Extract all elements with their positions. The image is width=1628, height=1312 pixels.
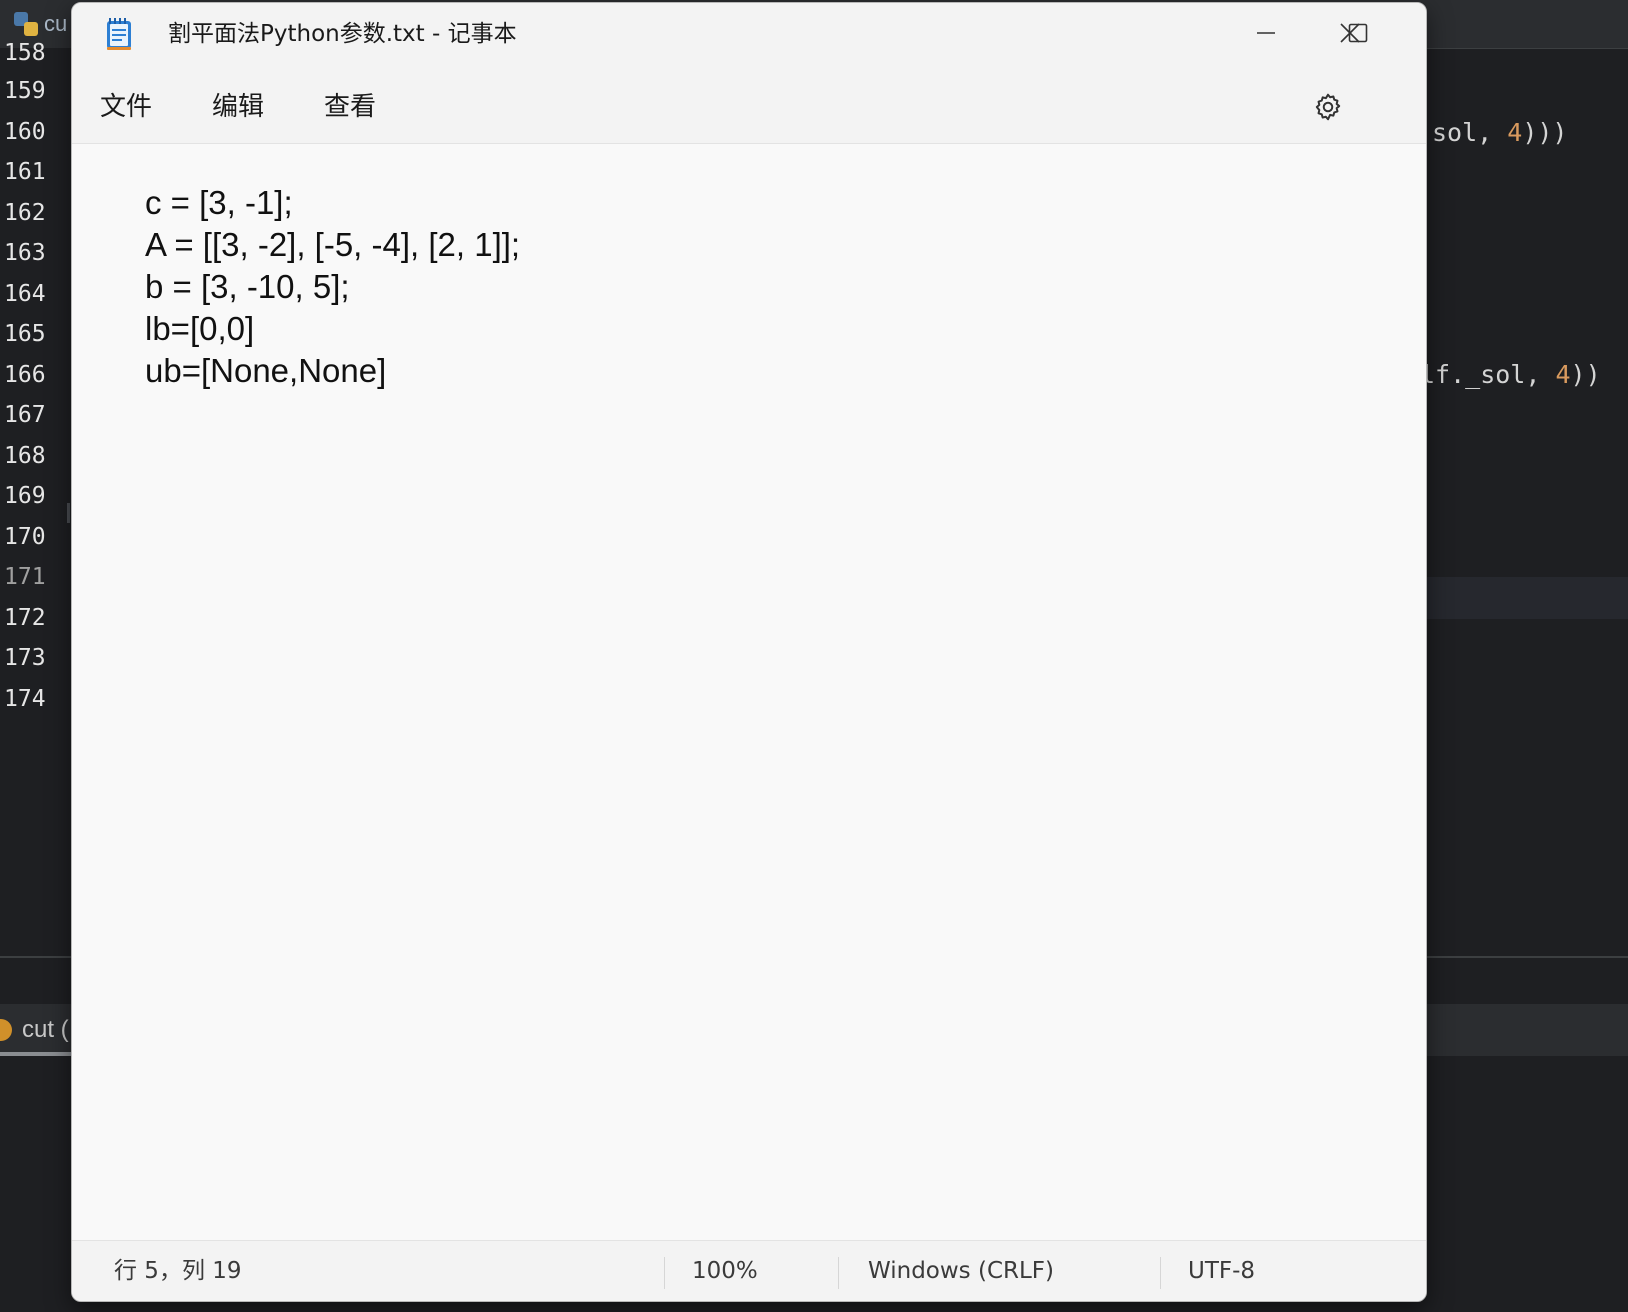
- status-divider: [838, 1257, 839, 1289]
- close-icon: [1340, 23, 1360, 43]
- line-number: 174: [4, 686, 46, 712]
- encoding[interactable]: UTF-8: [1188, 1241, 1255, 1301]
- line-number: 167: [4, 402, 46, 428]
- line-number: 162: [4, 200, 46, 226]
- notepad-icon: [106, 17, 132, 51]
- menu-file[interactable]: 文件: [100, 85, 152, 129]
- document-content: c = [3, -1]; A = [[3, -2], [-5, -4], [2,…: [145, 182, 520, 392]
- status-bar: 行 5，列 19 100% Windows (CRLF) UTF-8: [72, 1240, 1426, 1301]
- close-button[interactable]: [1304, 3, 1396, 63]
- settings-button[interactable]: [1308, 87, 1348, 127]
- text-line: b = [3, -10, 5];: [145, 268, 350, 305]
- run-tab[interactable]: cut (: [0, 1004, 69, 1056]
- line-number-current: 171: [4, 564, 46, 590]
- ide-editor-tab-label: cu: [44, 11, 68, 36]
- line-number: 170: [4, 524, 46, 550]
- window-title: 割平面法Python参数.txt - 记事本: [168, 21, 517, 47]
- line-number: 160: [4, 119, 46, 145]
- status-divider: [664, 1257, 665, 1289]
- text-line: A = [[3, -2], [-5, -4], [2, 1]];: [145, 226, 521, 263]
- line-number: 165: [4, 321, 46, 347]
- menu-bar: 文件 编辑 查看: [72, 67, 1426, 144]
- line-number: 163: [4, 240, 46, 266]
- zoom-level[interactable]: 100%: [692, 1241, 758, 1301]
- ide-gutter: 158 159 160 161 162 163 164 165 166 167 …: [0, 40, 72, 958]
- cursor-position: 行 5，列 19: [114, 1258, 242, 1284]
- text-line: ub=[None,None]: [145, 352, 387, 389]
- text-line: c = [3, -1];: [145, 184, 293, 221]
- menu-view[interactable]: 查看: [324, 85, 376, 129]
- status-divider: [1160, 1257, 1161, 1289]
- line-number: 166: [4, 362, 46, 388]
- code-line-160-fragment: sol, 4))): [1432, 118, 1568, 147]
- line-number: 158: [4, 40, 46, 66]
- line-number: 161: [4, 159, 46, 185]
- line-number: 169: [4, 483, 46, 509]
- code-line-166-fragment: lf._sol, 4)): [1420, 360, 1601, 389]
- title-bar[interactable]: 割平面法Python参数.txt - 记事本: [72, 3, 1426, 67]
- line-number: 173: [4, 645, 46, 671]
- notepad-window: 割平面法Python参数.txt - 记事本 文件 编辑 查看 c = [3, …: [71, 2, 1427, 1302]
- minimize-icon: [1257, 32, 1275, 34]
- run-tab-label: cut (: [22, 1016, 69, 1043]
- minimize-button[interactable]: [1220, 3, 1312, 63]
- line-number: 168: [4, 443, 46, 469]
- run-config-icon: [0, 1019, 12, 1041]
- gear-icon: [1315, 93, 1341, 121]
- text-line: lb=[0,0]: [145, 310, 255, 347]
- gutter-marker: [67, 503, 70, 523]
- menu-edit[interactable]: 编辑: [212, 85, 264, 129]
- line-ending[interactable]: Windows (CRLF): [868, 1241, 1054, 1301]
- line-number: 159: [4, 78, 46, 104]
- line-number: 172: [4, 605, 46, 631]
- line-number: 164: [4, 281, 46, 307]
- text-editor[interactable]: c = [3, -1]; A = [[3, -2], [-5, -4], [2,…: [72, 144, 1426, 1240]
